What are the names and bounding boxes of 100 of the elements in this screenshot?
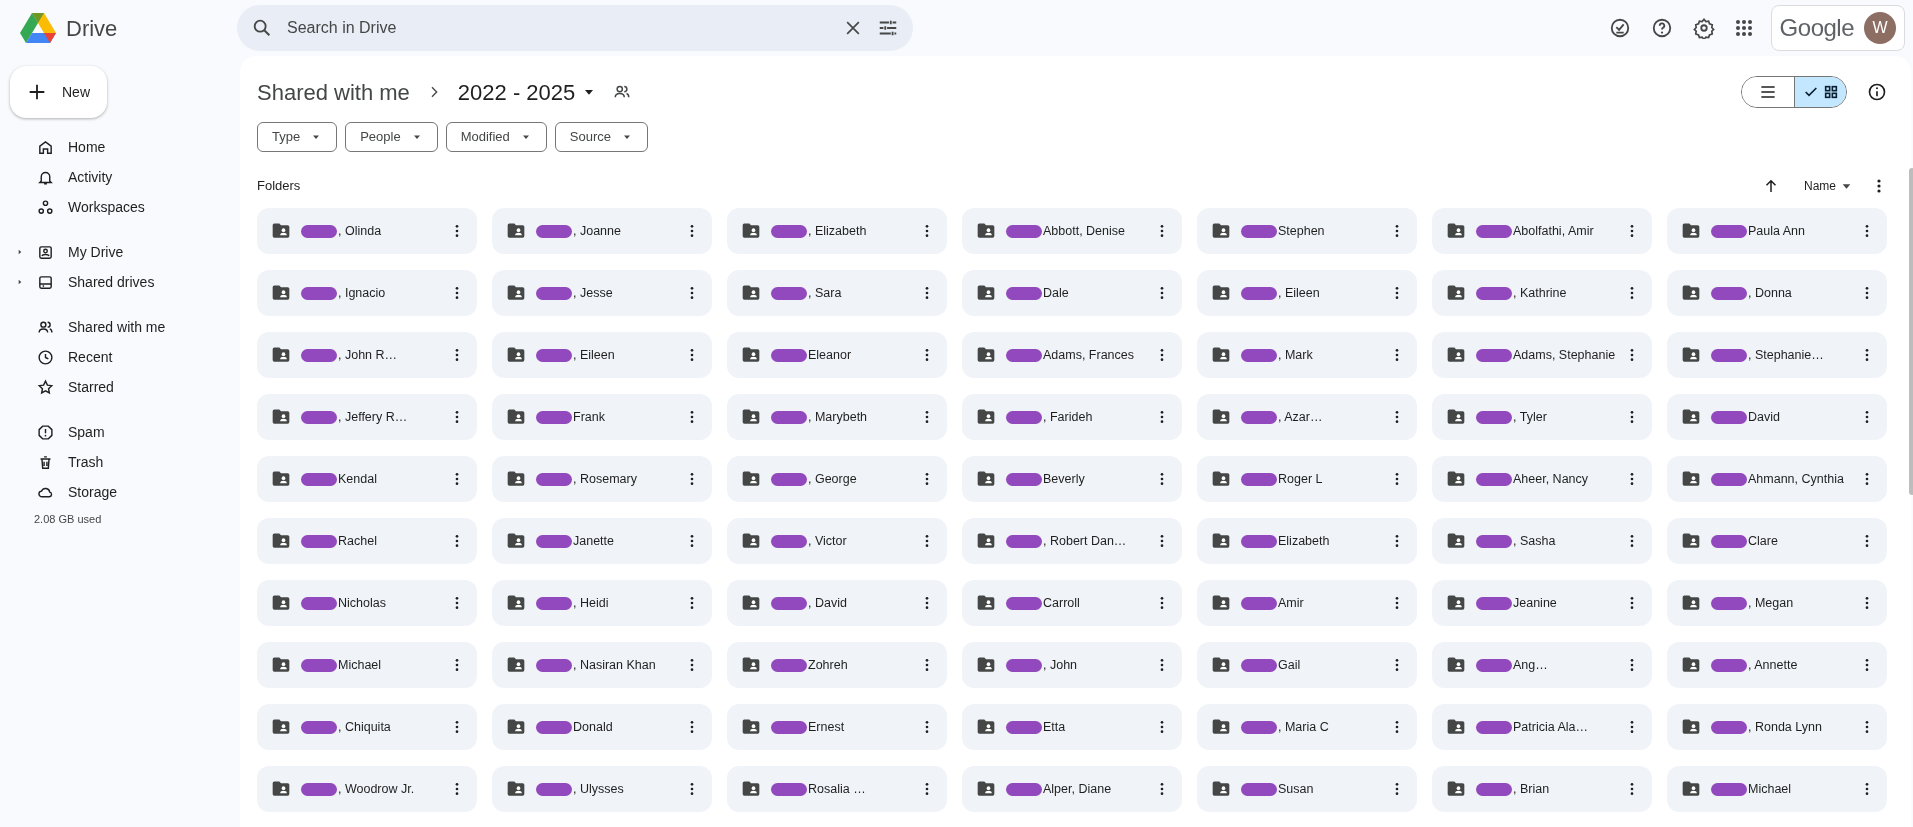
folder-card[interactable]: , John xyxy=(962,642,1182,688)
sidebar-item[interactable]: Storage xyxy=(10,477,220,507)
folder-card[interactable]: , Nasiran Khan xyxy=(492,642,712,688)
folder-card[interactable]: Frank xyxy=(492,394,712,440)
more-icon[interactable] xyxy=(1877,179,1881,193)
folder-card[interactable]: Dale xyxy=(962,270,1182,316)
sidebar-item[interactable]: Spam xyxy=(10,417,220,447)
folder-card[interactable]: , Jesse xyxy=(492,270,712,316)
folder-card[interactable]: , George xyxy=(727,456,947,502)
folder-card[interactable]: , Olinda xyxy=(257,208,477,254)
folder-card[interactable]: Rosalia … xyxy=(727,766,947,812)
folder-card[interactable]: , Donna xyxy=(1667,270,1887,316)
folder-card[interactable]: , Kathrine xyxy=(1432,270,1652,316)
avatar[interactable]: W xyxy=(1864,12,1896,44)
folder-card[interactable]: Nicholas xyxy=(257,580,477,626)
folder-card[interactable]: , Joanne xyxy=(492,208,712,254)
folder-card[interactable]: , Jeffery R… xyxy=(257,394,477,440)
folder-card[interactable]: Kendal xyxy=(257,456,477,502)
folder-card[interactable]: Elizabeth xyxy=(1197,518,1417,564)
folder-card[interactable]: , Stephanie… xyxy=(1667,332,1887,378)
folder-card[interactable]: , Rosemary xyxy=(492,456,712,502)
folder-card[interactable]: Eleanor xyxy=(727,332,947,378)
folder-card[interactable]: , Tyler xyxy=(1432,394,1652,440)
folder-card[interactable]: Clare xyxy=(1667,518,1887,564)
folder-card[interactable]: Patricia Ala… xyxy=(1432,704,1652,750)
account-button[interactable]: Google W xyxy=(1770,5,1905,51)
sidebar-item[interactable]: Shared with me xyxy=(10,312,220,342)
expand-arrow-icon[interactable] xyxy=(16,248,24,256)
filter-chip[interactable]: Modified xyxy=(445,122,547,152)
sidebar-item[interactable]: Home xyxy=(10,132,220,162)
info-icon[interactable] xyxy=(1867,82,1887,102)
help-icon[interactable] xyxy=(1650,17,1673,39)
folder-card[interactable]: Roger L xyxy=(1197,456,1417,502)
view-toggle[interactable] xyxy=(1741,76,1847,108)
folder-card[interactable]: Zohreh xyxy=(727,642,947,688)
filter-chip[interactable]: Source xyxy=(554,122,648,152)
folder-card[interactable]: Amir xyxy=(1197,580,1417,626)
folder-card[interactable]: Susan xyxy=(1197,766,1417,812)
folder-card[interactable]: , Annette xyxy=(1667,642,1887,688)
drive-logo-icon[interactable] xyxy=(20,12,56,44)
folder-card[interactable]: , Eileen xyxy=(492,332,712,378)
folder-card[interactable]: , Chiquita xyxy=(257,704,477,750)
folder-card[interactable]: , Mark xyxy=(1197,332,1417,378)
apps-grid-icon[interactable] xyxy=(1734,19,1753,37)
folder-card[interactable]: Adams, Frances xyxy=(962,332,1182,378)
sort-button[interactable]: Name xyxy=(1804,177,1853,195)
folder-card[interactable]: Ernest xyxy=(727,704,947,750)
folder-card[interactable]: Etta xyxy=(962,704,1182,750)
folder-card[interactable]: , Sasha xyxy=(1432,518,1652,564)
new-button[interactable]: New xyxy=(10,66,107,118)
folder-card[interactable]: Alper, Diane xyxy=(962,766,1182,812)
folder-card[interactable]: , Brian xyxy=(1432,766,1652,812)
sidebar-item[interactable]: Shared drives xyxy=(10,267,220,297)
folder-card[interactable]: Jeanine xyxy=(1432,580,1652,626)
folder-card[interactable]: , Marybeth xyxy=(727,394,947,440)
folder-card[interactable]: Beverly xyxy=(962,456,1182,502)
check-circle-icon[interactable] xyxy=(1608,17,1631,39)
breadcrumb-link[interactable]: Shared with me xyxy=(257,75,410,109)
folder-card[interactable]: , Heidi xyxy=(492,580,712,626)
sidebar-item[interactable]: Trash xyxy=(10,447,220,477)
folder-card[interactable]: , Elizabeth xyxy=(727,208,947,254)
folder-card[interactable]: , Ronda Lynn xyxy=(1667,704,1887,750)
folder-card[interactable]: Gail xyxy=(1197,642,1417,688)
folder-card[interactable]: Stephen xyxy=(1197,208,1417,254)
sidebar-item[interactable]: Starred xyxy=(10,372,220,402)
folder-card[interactable]: Michael xyxy=(257,642,477,688)
filter-chip[interactable]: People xyxy=(345,122,438,152)
folder-card[interactable]: Donald xyxy=(492,704,712,750)
sidebar-item[interactable]: Recent xyxy=(10,342,220,372)
folder-card[interactable]: Abbott, Denise xyxy=(962,208,1182,254)
folder-card[interactable]: , Robert Dan… xyxy=(962,518,1182,564)
grid-view-button[interactable] xyxy=(1794,77,1846,107)
folder-card[interactable]: Ang… xyxy=(1432,642,1652,688)
folder-card[interactable]: Janette xyxy=(492,518,712,564)
expand-arrow-icon[interactable] xyxy=(16,278,24,286)
folder-card[interactable]: Abolfathi, Amir xyxy=(1432,208,1652,254)
filter-chip[interactable]: Type xyxy=(257,122,338,152)
folder-card[interactable]: , John R… xyxy=(257,332,477,378)
current-folder-button[interactable]: 2022 - 2025 xyxy=(457,75,598,109)
folder-card[interactable]: Paula Ann xyxy=(1667,208,1887,254)
folder-card[interactable]: , Ignacio xyxy=(257,270,477,316)
folder-card[interactable]: Carroll xyxy=(962,580,1182,626)
sidebar-item[interactable]: Workspaces xyxy=(10,192,220,222)
folder-card[interactable]: Aheer, Nancy xyxy=(1432,456,1652,502)
search-field[interactable]: Search in Drive xyxy=(237,5,913,51)
folder-card[interactable]: Adams, Stephanie xyxy=(1432,332,1652,378)
settings-icon[interactable] xyxy=(1692,17,1715,39)
folder-card[interactable]: , Eileen xyxy=(1197,270,1417,316)
folder-card[interactable]: , Maria C xyxy=(1197,704,1417,750)
folder-card[interactable]: , David xyxy=(727,580,947,626)
folder-card[interactable]: , Farideh xyxy=(962,394,1182,440)
sidebar-item[interactable]: Activity xyxy=(10,162,220,192)
folder-card[interactable]: David xyxy=(1667,394,1887,440)
folder-card[interactable]: Rachel xyxy=(257,518,477,564)
sidebar-item[interactable]: My Drive xyxy=(10,237,220,267)
folder-card[interactable]: , Sara xyxy=(727,270,947,316)
folder-card[interactable]: Michael xyxy=(1667,766,1887,812)
folder-card[interactable]: , Ulysses xyxy=(492,766,712,812)
folder-card[interactable]: Ahmann, Cynthia xyxy=(1667,456,1887,502)
folder-card[interactable]: , Victor xyxy=(727,518,947,564)
